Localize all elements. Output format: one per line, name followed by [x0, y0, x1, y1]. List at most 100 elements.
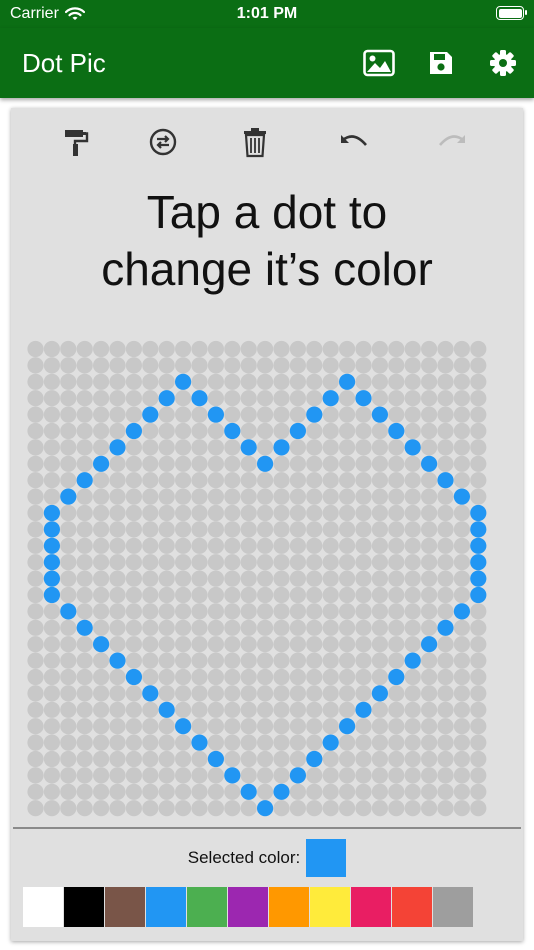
grid-dot[interactable] — [158, 422, 175, 440]
grid-dot[interactable] — [257, 390, 274, 407]
grid-dot[interactable] — [322, 472, 339, 489]
grid-dot[interactable] — [60, 734, 77, 751]
grid-dot[interactable] — [175, 734, 192, 751]
grid-dot[interactable] — [339, 619, 356, 636]
grid-dot[interactable] — [224, 406, 241, 423]
painted-dot[interactable] — [355, 701, 372, 718]
grid-dot[interactable] — [93, 734, 110, 751]
grid-dot[interactable] — [191, 685, 208, 702]
grid-dot[interactable] — [240, 701, 257, 718]
grid-dot[interactable] — [289, 340, 306, 358]
grid-dot[interactable] — [224, 373, 241, 390]
grid-dot[interactable] — [453, 357, 470, 374]
grid-dot[interactable] — [43, 373, 61, 390]
grid-dot[interactable] — [306, 636, 323, 653]
grid-dot[interactable] — [76, 504, 93, 522]
grid-dot[interactable] — [437, 652, 454, 669]
grid-dot[interactable] — [76, 652, 93, 669]
grid-dot[interactable] — [339, 734, 356, 751]
painted-dot[interactable] — [289, 422, 306, 440]
grid-dot[interactable] — [158, 340, 175, 358]
grid-dot[interactable] — [371, 652, 388, 669]
grid-dot[interactable] — [388, 472, 405, 489]
painted-dot[interactable] — [142, 406, 159, 423]
grid-dot[interactable] — [339, 701, 356, 718]
grid-dot[interactable] — [289, 668, 306, 686]
painted-dot[interactable] — [404, 652, 421, 669]
grid-dot[interactable] — [207, 619, 224, 636]
grid-dot[interactable] — [421, 373, 438, 390]
grid-dot[interactable] — [240, 504, 257, 522]
grid-dot[interactable] — [306, 537, 323, 554]
grid-dot[interactable] — [207, 357, 224, 374]
grid-dot[interactable] — [175, 537, 192, 554]
grid-dot[interactable] — [125, 734, 142, 751]
grid-dot[interactable] — [93, 537, 110, 554]
grid-dot[interactable] — [289, 750, 306, 768]
grid-dot[interactable] — [93, 472, 110, 489]
grid-dot[interactable] — [27, 406, 44, 423]
grid-dot[interactable] — [355, 554, 372, 571]
grid-dot[interactable] — [322, 750, 339, 768]
grid-dot[interactable] — [404, 767, 421, 784]
grid-dot[interactable] — [371, 619, 388, 636]
grid-dot[interactable] — [60, 521, 77, 538]
grid-dot[interactable] — [125, 800, 142, 817]
grid-dot[interactable] — [257, 554, 274, 571]
grid-dot[interactable] — [388, 734, 405, 751]
grid-dot[interactable] — [437, 390, 454, 407]
grid-dot[interactable] — [109, 537, 126, 554]
grid-dot[interactable] — [191, 488, 208, 505]
grid-dot[interactable] — [273, 357, 290, 374]
grid-dot[interactable] — [125, 488, 142, 505]
grid-dot[interactable] — [322, 373, 339, 390]
grid-dot[interactable] — [371, 472, 388, 489]
grid-dot[interactable] — [388, 554, 405, 571]
grid-dot[interactable] — [158, 488, 175, 505]
grid-dot[interactable] — [240, 586, 257, 604]
grid-dot[interactable] — [273, 537, 290, 554]
grid-dot[interactable] — [289, 783, 306, 800]
grid-dot[interactable] — [437, 800, 454, 817]
grid-dot[interactable] — [60, 373, 77, 390]
grid-dot[interactable] — [437, 718, 454, 735]
grid-dot[interactable] — [437, 783, 454, 800]
grid-dot[interactable] — [421, 390, 438, 407]
grid-dot[interactable] — [388, 783, 405, 800]
grid-dot[interactable] — [60, 767, 77, 784]
grid-dot[interactable] — [27, 504, 44, 522]
grid-dot[interactable] — [43, 750, 61, 768]
grid-dot[interactable] — [158, 521, 175, 538]
grid-dot[interactable] — [355, 439, 372, 456]
grid-dot[interactable] — [355, 685, 372, 702]
grid-dot[interactable] — [273, 750, 290, 768]
grid-dot[interactable] — [142, 488, 159, 505]
grid-dot[interactable] — [339, 603, 356, 620]
grid-dot[interactable] — [76, 537, 93, 554]
grid-dot[interactable] — [109, 800, 126, 817]
grid-dot[interactable] — [60, 619, 77, 636]
grid-dot[interactable] — [27, 390, 44, 407]
grid-dot[interactable] — [27, 718, 44, 735]
grid-dot[interactable] — [257, 570, 274, 587]
grid-dot[interactable] — [355, 586, 372, 604]
grid-dot[interactable] — [27, 603, 44, 620]
grid-dot[interactable] — [257, 652, 274, 669]
grid-dot[interactable] — [371, 603, 388, 620]
grid-dot[interactable] — [306, 373, 323, 390]
grid-dot[interactable] — [421, 439, 438, 456]
grid-dot[interactable] — [355, 619, 372, 636]
grid-dot[interactable] — [93, 504, 110, 522]
grid-dot[interactable] — [175, 488, 192, 505]
grid-dot[interactable] — [224, 636, 241, 653]
grid-dot[interactable] — [60, 783, 77, 800]
grid-dot[interactable] — [355, 652, 372, 669]
grid-dot[interactable] — [207, 521, 224, 538]
grid-dot[interactable] — [109, 422, 126, 440]
grid-dot[interactable] — [470, 439, 487, 456]
grid-dot[interactable] — [470, 767, 487, 784]
grid-dot[interactable] — [371, 750, 388, 768]
grid-dot[interactable] — [175, 439, 192, 456]
grid-dot[interactable] — [60, 340, 77, 358]
painted-dot[interactable] — [93, 455, 110, 472]
